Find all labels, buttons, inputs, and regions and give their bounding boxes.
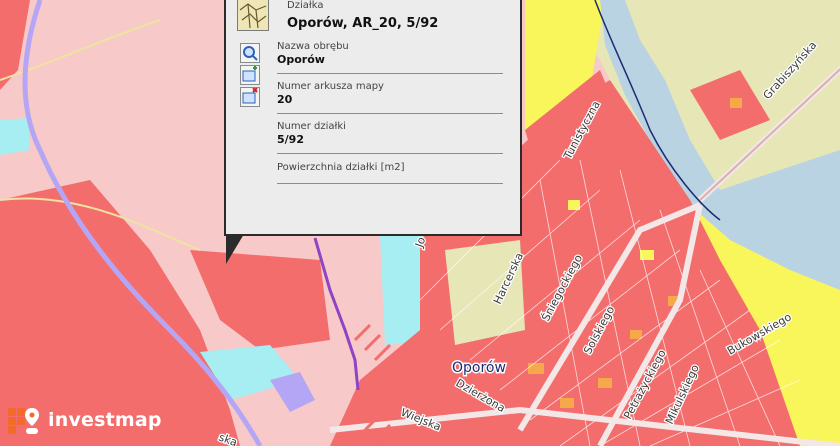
zone-orange [528,363,544,374]
popup-title-value: Oporów, AR_20, 5/92 [287,16,439,31]
field-value: 20 [277,93,293,106]
parcel-info-popup: Działka Oporów, AR_20, 5/92 Nazwa obrębu… [224,0,522,236]
field-label: Nazwa obrębu [277,41,349,52]
field-value: 5/92 [277,133,304,146]
zone-cyan [0,118,30,155]
field-value: Oporów [277,53,325,66]
remove-layer-icon[interactable] [240,87,260,107]
field-obreb: Nazwa obrębu Oporów [277,41,503,74]
field-label: Numer działki [277,121,346,132]
zone-orange [630,330,642,339]
zone-orange [730,98,742,108]
popup-title-label: Działka [287,0,324,11]
investmap-logo-icon [8,408,39,434]
field-powierzchnia: Powierzchnia działki [m2] [277,162,503,184]
field-arkusz: Numer arkusza mapy 20 [277,81,503,114]
zoom-to-parcel-icon[interactable] [240,43,260,63]
brand-name: investmap [48,409,162,431]
parcel-thumbnail-icon [237,0,269,31]
field-label: Numer arkusza mapy [277,81,384,92]
zone-orange [560,398,574,408]
popup-title-block: Działka Oporów, AR_20, 5/92 [287,0,438,31]
popup-pointer [226,234,244,264]
zone-yellow-small [568,200,580,210]
brand-logo[interactable]: investmap [8,402,162,438]
field-label: Powierzchnia działki [m2] [277,162,405,173]
district-label: Oporów [452,360,506,376]
field-dzialka: Numer działki 5/92 [277,121,503,154]
add-layer-icon[interactable] [240,65,260,85]
zone-orange [598,378,612,388]
